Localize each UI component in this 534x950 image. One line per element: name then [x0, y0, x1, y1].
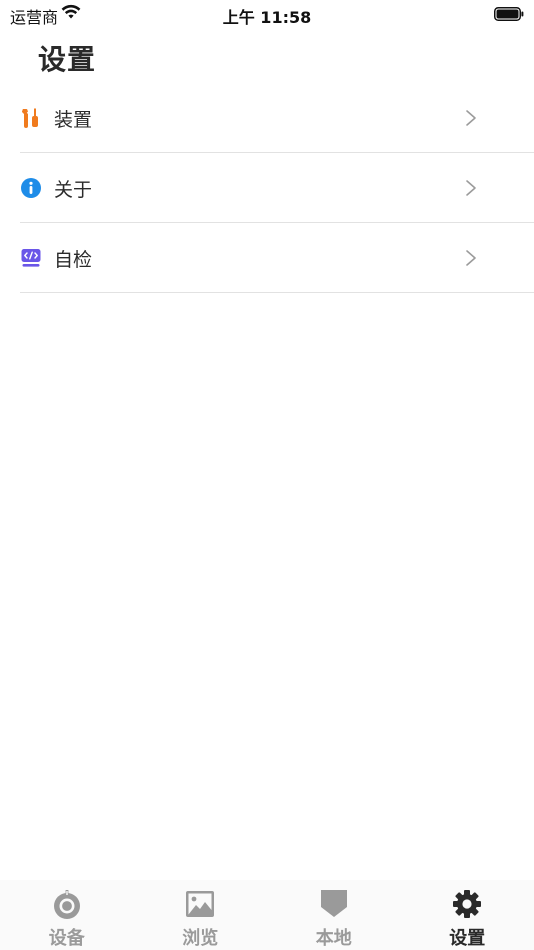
- chevron-right-icon: [465, 109, 477, 131]
- battery-icon: [494, 6, 524, 25]
- device-icon: [51, 888, 83, 924]
- tab-bar: 设备 浏览 本地 设置: [0, 880, 534, 950]
- status-time: 上午 11:58: [222, 8, 312, 27]
- settings-item-label: 装置: [54, 109, 93, 131]
- code-icon: [20, 247, 42, 269]
- info-icon: [20, 177, 42, 199]
- settings-item-self-check[interactable]: 自检: [0, 223, 534, 293]
- settings-item-about[interactable]: 关于: [0, 153, 534, 223]
- tab-settings[interactable]: 设置: [401, 880, 534, 950]
- divider: [20, 292, 534, 293]
- settings-list: 装置 关于 自检: [0, 83, 534, 293]
- settings-item-label: 关于: [54, 179, 93, 201]
- tab-devices[interactable]: 设备: [0, 880, 134, 950]
- tab-label: 设置: [449, 928, 486, 949]
- image-icon: [184, 888, 216, 924]
- wrench-screwdriver-icon: [20, 107, 42, 129]
- chevron-right-icon: [465, 249, 477, 271]
- gear-icon: [451, 888, 483, 924]
- bookmark-icon: [318, 888, 350, 924]
- tab-label: 浏览: [182, 928, 219, 949]
- settings-item-device[interactable]: 装置: [0, 83, 534, 153]
- chevron-right-icon: [465, 179, 477, 201]
- tab-label: 设备: [48, 928, 85, 949]
- settings-item-label: 自检: [54, 249, 93, 271]
- tab-local[interactable]: 本地: [267, 880, 401, 950]
- page-title: 设置: [38, 43, 97, 76]
- tab-browse[interactable]: 浏览: [134, 880, 268, 950]
- status-bar: 运营商 上午 11:58: [0, 0, 534, 28]
- tab-label: 本地: [315, 928, 352, 949]
